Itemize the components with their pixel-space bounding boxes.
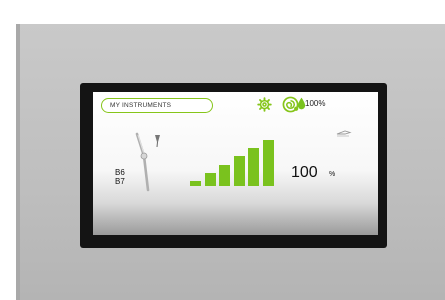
instrument-id-2: B7 [115, 177, 125, 186]
panel-edge [16, 24, 20, 300]
spray-icon [336, 130, 352, 137]
intensity-bar [233, 156, 245, 186]
intensity-unit: % [329, 171, 336, 178]
menu-title-field[interactable]: MY INSTRUMENTS [101, 98, 213, 113]
intensity-bar [263, 140, 274, 186]
intensity-value: 100 [291, 164, 318, 181]
water-level-label: 100% [305, 99, 326, 108]
intensity-bar [204, 172, 216, 186]
touch-screen: MY INSTRUMENTS 100% B6 B7 100 % [93, 92, 378, 235]
intensity-bar [248, 148, 260, 186]
instrument-id-1: B6 [115, 168, 125, 177]
menu-title-text: MY INSTRUMENTS [110, 102, 172, 109]
intensity-bar [190, 181, 201, 186]
instrument-icon [135, 132, 160, 192]
settings-icon[interactable] [257, 97, 272, 112]
intensity-bar [219, 164, 231, 186]
